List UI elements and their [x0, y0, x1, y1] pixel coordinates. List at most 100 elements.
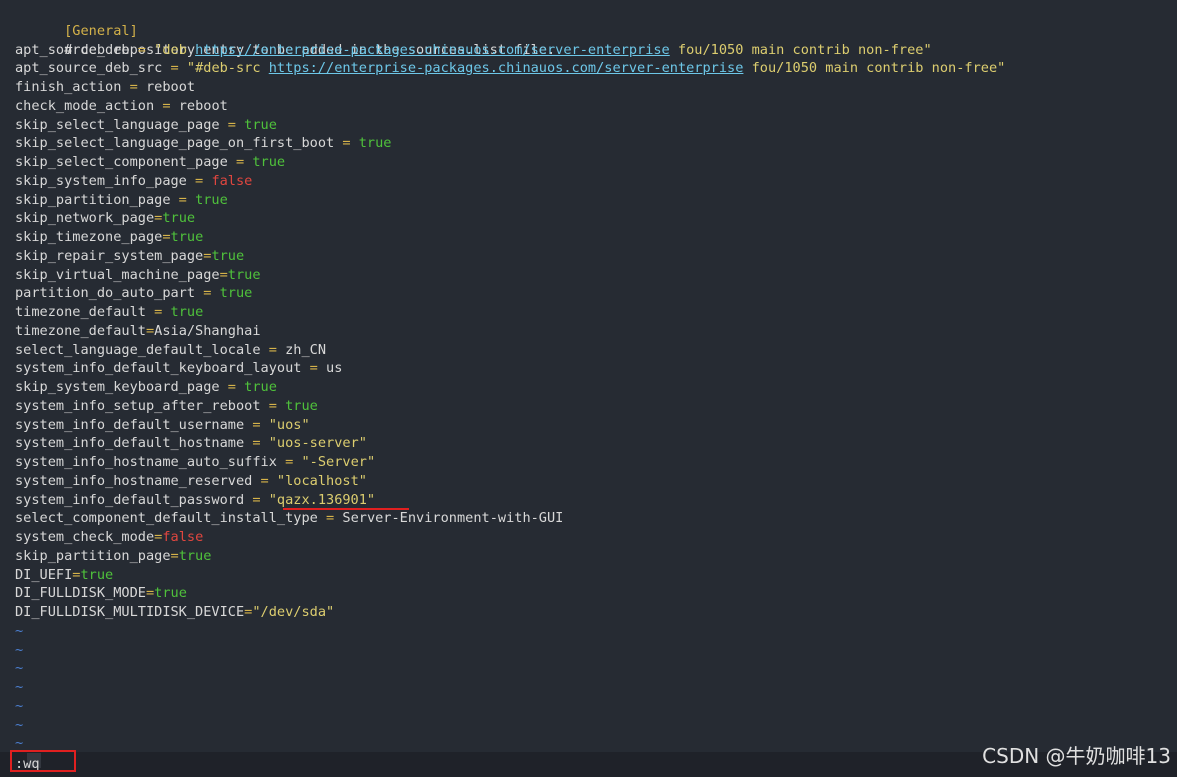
config-operator: = — [252, 472, 277, 489]
config-line: skip_network_page=true — [15, 209, 1005, 228]
config-key: skip_virtual_machine_page — [15, 266, 220, 283]
config-value: Asia/Shanghai — [154, 322, 261, 339]
config-line: partition_do_auto_part = true — [15, 284, 1005, 303]
config-value: true — [154, 585, 187, 602]
config-key: system_info_hostname_auto_suffix — [15, 454, 277, 470]
config-key: timezone_default — [15, 322, 146, 339]
empty-line-marker: ~ — [15, 716, 24, 733]
config-value: true — [170, 229, 204, 245]
config-key: skip_select_language_page — [15, 116, 220, 133]
config-value: true — [170, 304, 204, 320]
empty-line-marker: ~ — [15, 679, 24, 695]
config-value: true — [244, 379, 277, 395]
repository-url-link[interactable]: https://enterprise-packages.chinauos.com… — [195, 42, 670, 58]
config-operator: = — [244, 435, 269, 452]
config-operator: = — [129, 41, 155, 58]
config-key: DI_FULLDISK_MULTIDISK_DEVICE — [15, 604, 245, 620]
config-line-apt-source-deb-src: apt_source_deb_src = "#deb-src https://e… — [15, 59, 1005, 78]
config-value: Server-Environment-with-GUI — [342, 510, 564, 527]
config-key: system_info_default_keyboard_layout — [15, 360, 302, 377]
config-line: DI_UEFI=true — [15, 566, 1005, 585]
config-line: skip_select_component_page = true — [15, 153, 1005, 172]
section-header-line: [General] — [15, 3, 1005, 39]
config-key: system_check_mode — [15, 529, 155, 545]
config-lines: finish_action = reboot check_mode_action … — [15, 78, 1005, 622]
config-line: select_component_default_install_type = … — [15, 509, 1005, 528]
watermark-text: CSDN @牛奶咖啡13 — [982, 744, 1171, 768]
config-value: false — [211, 172, 253, 189]
config-value: "uos" — [268, 416, 310, 433]
empty-line-marker: ~ — [15, 641, 24, 658]
config-value: true — [358, 135, 392, 152]
vim-terminal-window[interactable]: [General] # deb repository entry to be a… — [0, 0, 1177, 777]
config-operator: = — [219, 116, 245, 133]
config-line: skip_system_keyboard_page = true — [15, 378, 1005, 397]
config-operator: = — [162, 229, 171, 245]
config-key: timezone_default — [15, 304, 146, 320]
empty-buffer-lines: ~ ~ ~ ~ ~ ~ ~ — [15, 622, 1005, 753]
config-value: true — [80, 566, 114, 583]
config-value: "/dev/sda" — [252, 604, 335, 620]
config-line: skip_repair_system_page=true — [15, 247, 1005, 266]
config-operator: = — [154, 97, 179, 114]
config-operator: = — [317, 510, 343, 527]
config-value: true — [162, 210, 196, 227]
config-key: finish_action — [15, 79, 122, 95]
config-key: system_info_default_password — [15, 491, 245, 508]
config-operator: = — [219, 266, 228, 283]
empty-line-marker: ~ — [15, 660, 24, 677]
config-line: skip_virtual_machine_page=true — [15, 266, 1005, 285]
comment-line: # deb repository entry to be added in th… — [15, 22, 1005, 58]
config-key: skip_select_language_page_on_first_boot — [15, 135, 335, 152]
config-key: DI_FULLDISK_MODE — [15, 585, 146, 602]
command-highlight-box — [10, 750, 76, 772]
editor-buffer[interactable]: [General] # deb repository entry to be a… — [15, 3, 1005, 753]
config-line: skip_timezone_page=true — [15, 228, 1005, 247]
config-operator: = — [334, 135, 359, 152]
empty-line-marker: ~ — [15, 697, 24, 714]
config-value: false — [162, 529, 204, 545]
config-value: true — [227, 266, 261, 283]
config-key: system_info_setup_after_reboot — [15, 397, 261, 414]
config-value: "-Server" — [301, 454, 376, 470]
config-operator: = — [244, 416, 269, 433]
config-line: system_info_default_username = "uos" — [15, 416, 1005, 435]
config-value: "qazx.136901" — [268, 491, 376, 508]
config-line: system_info_hostname_auto_suffix = "-Ser… — [15, 453, 1005, 472]
config-value: true — [244, 116, 277, 133]
config-value: true — [219, 285, 253, 302]
config-key: partition_do_auto_part — [15, 285, 196, 302]
empty-line-marker: ~ — [15, 622, 24, 639]
config-key: select_component_default_install_type — [15, 510, 318, 527]
config-operator: = — [219, 379, 245, 395]
config-operator: = — [260, 397, 286, 414]
config-line: skip_select_language_page_on_first_boot … — [15, 134, 1005, 153]
config-key: skip_repair_system_page — [15, 247, 204, 264]
config-string-rest: fou/1050 main contrib non-free" — [669, 41, 932, 58]
config-line: system_info_default_hostname = "uos-serv… — [15, 434, 1005, 453]
config-key: apt_source_deb — [15, 41, 130, 58]
config-key: skip_partition_page — [15, 191, 171, 208]
config-value: reboot — [178, 97, 228, 114]
config-key: select_language_default_locale — [15, 341, 261, 358]
password-highlight-underline — [283, 508, 409, 510]
config-value: true — [252, 154, 286, 170]
config-operator: = — [170, 191, 196, 208]
section-header: [General] — [64, 22, 138, 39]
config-line: system_info_default_keyboard_layout = us — [15, 359, 1005, 378]
config-operator: = — [145, 304, 171, 320]
config-value: true — [211, 247, 245, 264]
config-line: skip_partition_page = true — [15, 191, 1005, 210]
empty-line-marker: ~ — [15, 735, 24, 752]
config-key: apt_source_deb_src — [15, 60, 163, 77]
config-string-open: "#deb-src — [186, 60, 269, 77]
config-operator: = — [260, 341, 286, 358]
config-operator: = — [195, 285, 220, 302]
config-operator: = — [276, 454, 302, 470]
config-key: skip_timezone_page — [15, 229, 163, 245]
config-operator: = — [121, 79, 146, 95]
repository-url-link[interactable]: https://enterprise-packages.chinauos.com… — [269, 60, 744, 76]
config-line-apt-source-deb: apt_source_deb = "deb https://enterprise… — [15, 41, 1005, 60]
config-line: skip_partition_page=true — [15, 547, 1005, 566]
config-key: check_mode_action — [15, 97, 155, 114]
